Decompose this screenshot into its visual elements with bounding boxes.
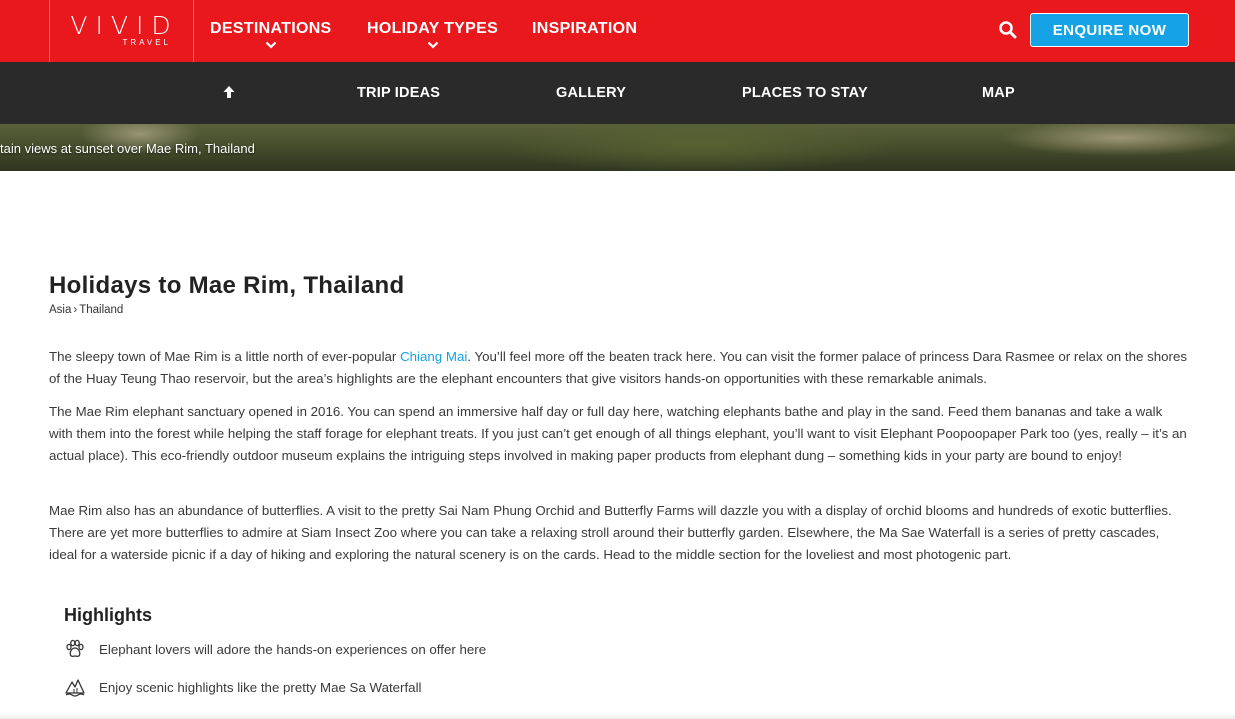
hero-caption: tain views at sunset over Mae Rim, Thail… bbox=[0, 141, 255, 156]
page-fold-shadow bbox=[0, 713, 1235, 719]
highlight-item: Elephant lovers will adore the hands-on … bbox=[64, 638, 486, 660]
enquire-now-button[interactable]: ENQUIRE NOW bbox=[1030, 13, 1189, 47]
nav-holiday-types-label: HOLIDAY TYPES bbox=[367, 20, 499, 37]
chiang-mai-link[interactable]: Chiang Mai bbox=[400, 349, 467, 364]
section-nav: TRIP IDEAS GALLERY PLACES TO STAY MAP bbox=[0, 62, 1235, 124]
breadcrumb-thailand[interactable]: Thailand bbox=[79, 304, 123, 316]
highlight-text: Enjoy scenic highlights like the pretty … bbox=[99, 679, 422, 695]
paw-icon bbox=[66, 639, 84, 658]
elephant-paragraph: The Mae Rim elephant sanctuary opened in… bbox=[49, 404, 1187, 463]
highlight-item: Enjoy scenic highlights like the pretty … bbox=[64, 676, 421, 698]
logo[interactable]: VIVID TRAVEL bbox=[49, 0, 194, 62]
arrow-up-icon[interactable] bbox=[221, 84, 237, 100]
logo-subtext: TRAVEL bbox=[122, 38, 171, 47]
highlights-title: Highlights bbox=[64, 605, 152, 625]
waterfall-icon bbox=[65, 679, 85, 697]
chevron-down-icon bbox=[265, 41, 277, 49]
breadcrumb: Asia › Thailand bbox=[49, 304, 123, 316]
nav-inspiration-label: INSPIRATION bbox=[532, 20, 638, 37]
tab-gallery[interactable]: GALLERY bbox=[556, 85, 626, 101]
page-title: Holidays to Mae Rim, Thailand bbox=[49, 272, 405, 299]
tab-map[interactable]: MAP bbox=[982, 85, 1015, 101]
search-icon[interactable] bbox=[996, 18, 1020, 42]
highlight-text: Elephant lovers will adore the hands-on … bbox=[99, 641, 487, 657]
breadcrumb-separator: › bbox=[73, 304, 78, 316]
tab-places-to-stay[interactable]: PLACES TO STAY bbox=[742, 85, 868, 101]
tab-trip-ideas[interactable]: TRIP IDEAS bbox=[357, 85, 440, 101]
nav-holiday-types[interactable]: HOLIDAY TYPES bbox=[367, 20, 498, 49]
breadcrumb-asia[interactable]: Asia bbox=[49, 304, 71, 316]
chevron-down-icon bbox=[427, 41, 438, 49]
nav-inspiration[interactable]: INSPIRATION bbox=[532, 20, 637, 38]
nav-destinations[interactable]: DESTINATIONS bbox=[210, 20, 332, 49]
nav-destinations-label: DESTINATIONS bbox=[210, 20, 332, 37]
top-header: VIVID TRAVEL DESTINATIONS HOLIDAY TYPES … bbox=[0, 0, 1235, 62]
intro-paragraph: The sleepy town of Mae Rim is a little n… bbox=[49, 346, 1189, 390]
intro-text-start: The sleepy town of Mae Rim is a little n… bbox=[49, 349, 401, 364]
butterfly-paragraph: Mae Rim also has an abundance of butterf… bbox=[49, 503, 1172, 562]
logo-text: VIVID bbox=[70, 11, 179, 40]
